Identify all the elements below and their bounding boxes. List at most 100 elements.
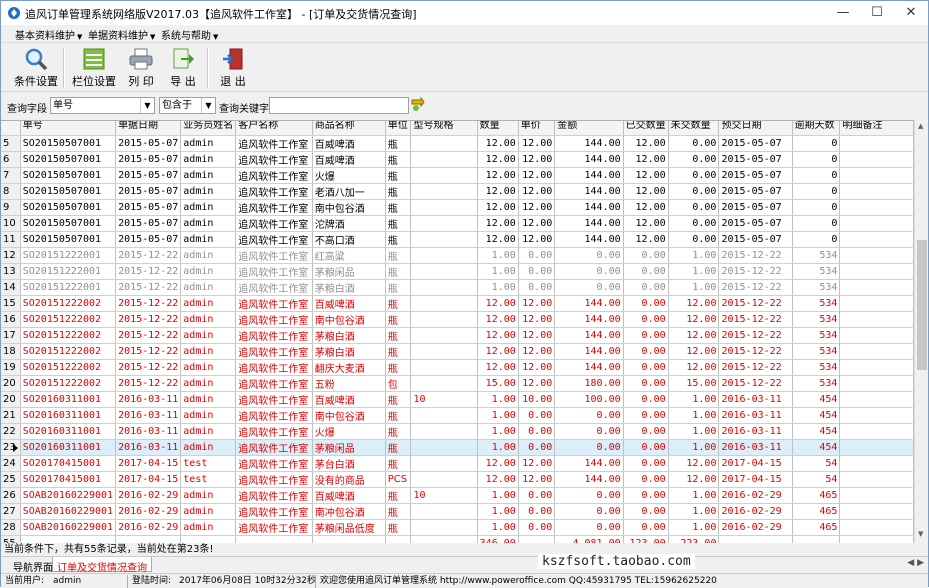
scroll-up-icon[interactable]: ▲: [918, 122, 923, 130]
table-row[interactable]: 15 SO20151222002 2015-12-22 admin 追风软件工作室 百威啤…: [1, 295, 914, 312]
column-settings-button[interactable]: 栏位设置: [71, 47, 117, 89]
table-cell: 534: [792, 311, 841, 328]
table-row[interactable]: 19 SO20151222002 2015-12-22 admin 追风软件工作室 翻庆大…: [1, 359, 914, 376]
table-row[interactable]: 8 SO20150507001 2015-05-07 admin 追风软件工作室 老酒八加…: [1, 183, 914, 200]
table-cell: [410, 279, 478, 296]
table-row[interactable]: 6 SO20150507001 2015-05-07 admin 追风软件工作室 百威啤酒…: [1, 151, 914, 168]
scrollbar-thumb[interactable]: [917, 240, 927, 370]
table-row[interactable]: 12 SO20151222001 2015-12-22 admin 追风软件工作室 红高粱…: [1, 247, 914, 264]
column-header[interactable]: 单位: [385, 121, 412, 136]
table-cell: 2015-12-22: [115, 343, 182, 360]
column-header[interactable]: 单价: [518, 121, 556, 136]
table-cell: [839, 263, 914, 280]
table-row[interactable]: 10 SO20150507001 2015-05-07 admin 追风软件工作室 沱牌酒…: [1, 215, 914, 232]
tab-scroll-arrows-icon[interactable]: ◀ ▶: [907, 558, 924, 568]
table-cell: 追风软件工作室: [235, 231, 313, 248]
table-cell: 0.00: [518, 519, 556, 536]
table-cell: 2015-12-22: [115, 295, 182, 312]
column-header[interactable]: 预交日期: [718, 121, 793, 136]
table-cell: [839, 183, 914, 200]
table-cell: 180.00: [554, 375, 624, 392]
table-row[interactable]: 20 SO20151222002 2015-12-22 admin 追风软件工作室 五粉包…: [1, 375, 914, 392]
query-keyword-input[interactable]: [269, 97, 409, 114]
exit-button[interactable]: 退 出: [213, 47, 253, 89]
table-cell: 瓶: [385, 263, 412, 280]
table-row[interactable]: 26 SOAB20160229001 2016-02-29 admin 追风软件工作室百…: [1, 487, 914, 504]
table-row[interactable]: 21 SO20160311001 2016-03-11 admin 追风软件工作室 南中包…: [1, 407, 914, 424]
current-row-pointer-icon: [12, 443, 18, 452]
column-header[interactable]: 数量: [477, 121, 519, 136]
total-cell: [235, 534, 313, 543]
table-cell: 2017-04-15: [115, 471, 182, 488]
table-cell: 2015-12-22: [718, 359, 793, 376]
menu-documents[interactable]: 单据资料维护 ▼: [88, 27, 155, 42]
column-header[interactable]: 逾期天数: [792, 121, 841, 136]
total-cell: [410, 534, 478, 543]
column-header[interactable]: [1, 121, 21, 136]
table-cell: 12.00: [518, 359, 556, 376]
close-button[interactable]: ✕: [894, 1, 928, 25]
table-cell: 2015-12-22: [115, 279, 182, 296]
maximize-button[interactable]: ☐: [860, 1, 894, 25]
table-row[interactable]: 17 SO20151222002 2015-12-22 admin 追风软件工作室 茅粮白…: [1, 327, 914, 344]
table-row[interactable]: 23 SO20160311001 2016-03-11 admin 追风软件工作室 茅粮闲…: [1, 439, 914, 456]
total-cell: [839, 534, 914, 543]
query-operator-select[interactable]: 包含于 ▼: [159, 97, 216, 114]
row-number: 10: [1, 215, 21, 232]
vertical-scrollbar[interactable]: ▲ ▼: [914, 120, 928, 543]
table-row[interactable]: 9 SO20150507001 2015-05-07 admin 追风软件工作室 南中包谷…: [1, 199, 914, 216]
table-cell: [839, 295, 914, 312]
table-row[interactable]: 24 SO20170415001 2017-04-15 test 追风软件工作室 茅台白酒…: [1, 455, 914, 472]
tab-order-query[interactable]: 订单及交货情况查询: [52, 557, 152, 574]
column-header[interactable]: 明细备注: [839, 121, 914, 136]
column-header[interactable]: 未交数量: [668, 121, 720, 136]
table-row[interactable]: 7 SO20150507001 2015-05-07 admin 追风软件工作室 火爆瓶 1…: [1, 167, 914, 184]
toolbar-separator: [63, 48, 65, 88]
table-cell: 瓶: [385, 359, 412, 376]
table-cell: admin: [180, 231, 237, 248]
table-row[interactable]: 20 SO20160311001 2016-03-11 admin 追风软件工作室 百威啤…: [1, 391, 914, 408]
table-row[interactable]: 27 SOAB20160229001 2016-02-29 admin 追风软件工作室南…: [1, 503, 914, 520]
table-row[interactable]: 14 SO20151222001 2015-12-22 admin 追风软件工作室 茅粮白…: [1, 279, 914, 296]
column-header[interactable]: 已交数量: [623, 121, 669, 136]
table-cell: [410, 423, 478, 440]
column-header[interactable]: 单据日期: [115, 121, 182, 136]
table-cell: 2016-03-11: [115, 439, 182, 456]
minimize-button[interactable]: —: [826, 1, 860, 25]
table-cell: 12.00: [623, 151, 669, 168]
column-header[interactable]: 单号: [20, 121, 117, 136]
tab-navigation[interactable]: 导航界面: [9, 557, 57, 574]
table-cell: admin: [180, 199, 237, 216]
welcome-text: 欢迎您使用追风订单管理系统 http://www.poweroffice.com…: [320, 576, 717, 586]
filter-settings-button[interactable]: 条件设置: [13, 47, 59, 89]
export-button[interactable]: 导 出: [163, 47, 203, 89]
column-header[interactable]: 型号规格: [410, 121, 478, 136]
table-row[interactable]: 18 SO20151222002 2015-12-22 admin 追风软件工作室 茅粮白…: [1, 343, 914, 360]
table-row[interactable]: 16 SO20151222002 2015-12-22 admin 追风软件工作室 南中包…: [1, 311, 914, 328]
orders-grid[interactable]: 单号 单据日期 业务员姓名 客户名称 商品名称 单位 型号规格 数量 单价 金额 已交数量 未交数量预…: [1, 120, 914, 543]
table-row[interactable]: 25 SO20170415001 2017-04-15 test 追风软件工作室 没有的商…: [1, 471, 914, 488]
scroll-down-icon[interactable]: ▼: [918, 530, 923, 538]
search-go-icon[interactable]: [411, 97, 425, 113]
table-row[interactable]: 22 SO20160311001 2016-03-11 admin 追风软件工作室 火爆瓶…: [1, 423, 914, 440]
window-title: 追风订单管理系统网络版V2017.03【追风软件工作室】 - [订单及交货情况查…: [25, 8, 417, 21]
table-cell: 0.00: [623, 487, 669, 504]
column-header[interactable]: 金额: [554, 121, 624, 136]
column-header[interactable]: 商品名称: [312, 121, 386, 136]
table-cell: 12.00: [668, 327, 720, 344]
query-field-select[interactable]: 单号 ▼: [50, 97, 155, 114]
table-row[interactable]: 13 SO20151222001 2015-12-22 admin 追风软件工作室 茅粮闲…: [1, 263, 914, 280]
table-row[interactable]: 11 SO20150507001 2015-05-07 admin 追风软件工作室 不高口…: [1, 231, 914, 248]
exit-label: 退 出: [220, 75, 246, 88]
column-header[interactable]: 业务员姓名: [180, 121, 237, 136]
table-cell: 追风软件工作室: [235, 487, 313, 504]
print-button[interactable]: 列 印: [121, 47, 161, 89]
table-cell: 12.00: [518, 199, 556, 216]
menu-system-help[interactable]: 系统与帮助 ▼: [161, 27, 218, 42]
table-cell: 1.00: [477, 263, 519, 280]
column-header[interactable]: 客户名称: [235, 121, 313, 136]
table-row[interactable]: 5 SO20150507001 2015-05-07 admin 追风软件工作室 百威啤酒…: [1, 135, 914, 152]
table-cell: SO20150507001: [20, 167, 117, 184]
menu-basic-data[interactable]: 基本资料维护 ▼: [15, 27, 82, 42]
table-row[interactable]: 28 SOAB20160229001 2016-02-29 admin 追风软件工作室茅…: [1, 519, 914, 536]
